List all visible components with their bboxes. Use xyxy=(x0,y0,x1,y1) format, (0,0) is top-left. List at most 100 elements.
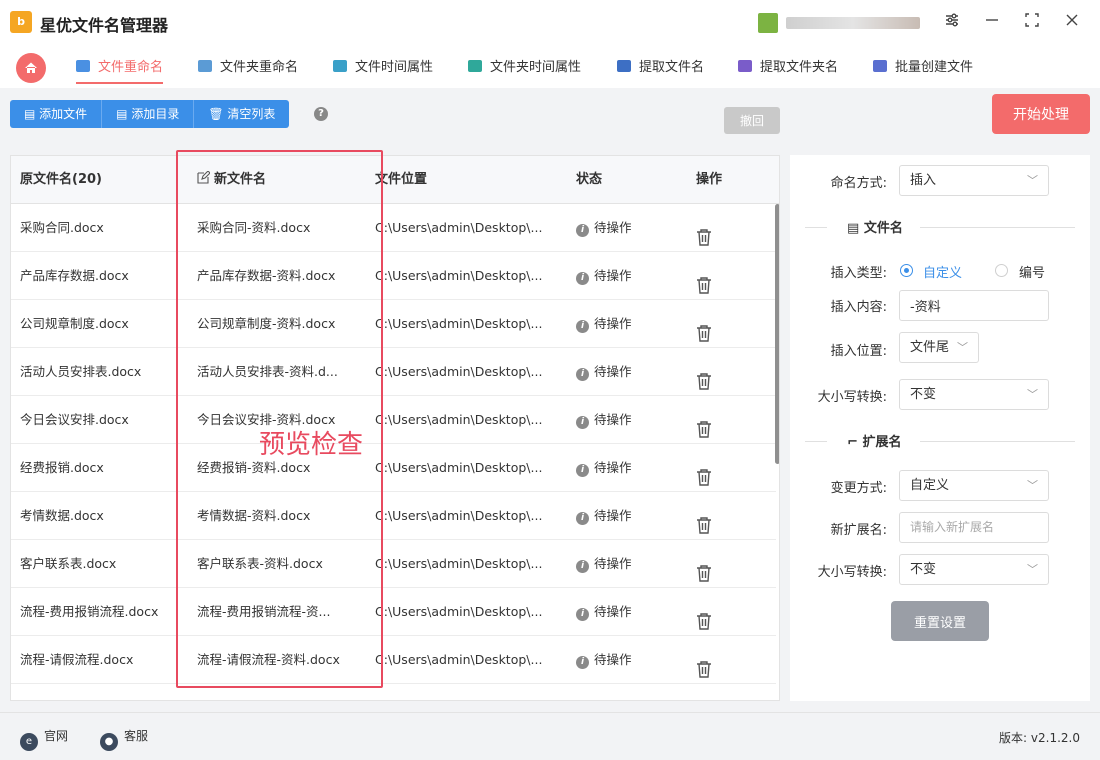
table-row[interactable]: 考情数据.docx 考情数据-资料.docx C:\Users\admin\Desk… xyxy=(11,492,776,540)
tab-extract-filename[interactable]: 提取文件名 xyxy=(617,56,704,84)
avatar[interactable] xyxy=(758,13,778,33)
title-bar: b 星优文件名管理器 xyxy=(0,0,1100,46)
minimize-icon[interactable] xyxy=(981,12,1003,34)
file-path: C:\Users\admin\Desktop\... xyxy=(375,652,543,667)
tab-extract-foldername[interactable]: 提取文件夹名 xyxy=(738,56,838,84)
radio-number[interactable] xyxy=(995,264,1008,277)
home-button[interactable] xyxy=(16,53,46,83)
file-path: C:\Users\admin\Desktop\... xyxy=(375,268,543,283)
chevron-down-icon: ﹀ xyxy=(1027,479,1038,492)
new-filename: 产品库存数据-资料.docx xyxy=(197,268,336,283)
new-filename: 流程-费用报销流程-资... xyxy=(197,604,331,619)
delete-row-button[interactable] xyxy=(696,348,726,396)
table-row[interactable]: 今日会议安排.docx 今日会议安排-资料.docx C:\Users\admin\… xyxy=(11,396,776,444)
undo-button[interactable]: 撤回 xyxy=(724,107,780,134)
clear-list-button[interactable]: 🗑 清空列表 xyxy=(194,100,290,128)
table-row[interactable]: 采购合同.docx 采购合同-资料.docx C:\Users\admin\Desk… xyxy=(11,204,776,252)
file-path: C:\Users\admin\Desktop\... xyxy=(375,364,543,379)
table-row[interactable]: 流程-请假流程.docx 流程-请假流程-资料.docx C:\Users\admi… xyxy=(11,636,776,684)
trash-icon xyxy=(696,314,712,348)
reset-settings-button[interactable]: 重置设置 xyxy=(891,601,989,641)
folder-time-icon xyxy=(468,60,482,72)
trash-icon xyxy=(696,362,712,396)
trash-icon xyxy=(696,602,712,636)
delete-row-button[interactable] xyxy=(696,204,726,252)
batch-create-icon xyxy=(873,60,887,72)
add-directory-button[interactable]: ▤ 添加目录 xyxy=(102,100,195,128)
delete-row-button[interactable] xyxy=(696,588,726,636)
status-cell: i 待操作 xyxy=(576,492,686,540)
chevron-down-icon: ﹀ xyxy=(1027,388,1038,401)
case-convert-select[interactable]: 不变 ﹀ xyxy=(899,379,1049,410)
delete-row-button[interactable] xyxy=(696,540,726,588)
website-link[interactable]: e 官网 xyxy=(20,727,68,751)
original-filename: 流程-请假流程.docx xyxy=(20,652,134,667)
tab-folder-time[interactable]: 文件夹时间属性 xyxy=(468,56,581,84)
home-icon xyxy=(25,62,37,73)
add-file-button[interactable]: ▤ 添加文件 xyxy=(10,100,103,128)
footer: e 官网 ● 客服 版本: v2.1.2.0 xyxy=(0,712,1100,760)
tab-file-time[interactable]: 文件时间属性 xyxy=(333,56,433,84)
status-cell: i 待操作 xyxy=(576,588,686,636)
delete-row-button[interactable] xyxy=(696,636,726,684)
document-icon: ▤ xyxy=(847,221,860,236)
file-path: C:\Users\admin\Desktop\... xyxy=(375,460,543,475)
settings-icon[interactable] xyxy=(941,12,963,34)
delete-row-button[interactable] xyxy=(696,492,726,540)
new-filename: 采购合同-资料.docx xyxy=(197,220,311,235)
delete-row-button[interactable] xyxy=(696,396,726,444)
insert-type-label: 插入类型: xyxy=(830,266,887,281)
extract-file-icon xyxy=(617,60,631,72)
header-status: 状态 xyxy=(576,172,603,187)
file-time-icon xyxy=(333,60,347,72)
tab-batch-create[interactable]: 批量创建文件 xyxy=(873,56,973,84)
start-processing-button[interactable]: 开始处理 xyxy=(992,94,1090,134)
delete-row-button[interactable] xyxy=(696,300,726,348)
extension-icon: ⌐ xyxy=(847,435,858,450)
original-filename: 经费报销.docx xyxy=(20,460,104,475)
new-extension-input[interactable] xyxy=(899,512,1049,543)
table-row[interactable]: 客户联系表.docx 客户联系表-资料.docx C:\Users\admin\De… xyxy=(11,540,776,588)
table-row[interactable]: 产品库存数据.docx 产品库存数据-资料.docx C:\Users\admin\… xyxy=(11,252,776,300)
radio-custom[interactable] xyxy=(900,264,913,277)
new-filename: 活动人员安排表-资料.d... xyxy=(197,364,338,379)
file-table: 原文件名(20) 新文件名 文件位置 状态 操作 采购合同.docx 采购合同-资… xyxy=(10,155,780,701)
tab-file-rename[interactable]: 文件重命名 xyxy=(76,56,164,84)
new-filename: 流程-请假流程-资料.docx xyxy=(197,652,340,667)
help-icon[interactable]: ? xyxy=(314,107,328,121)
info-icon: i xyxy=(576,512,589,525)
table-scrollbar[interactable] xyxy=(775,204,779,464)
ext-case-convert-select[interactable]: 不变 ﹀ xyxy=(899,554,1049,585)
radio-number-label: 编号 xyxy=(1019,266,1046,281)
case-convert-label: 大小写转换: xyxy=(817,390,887,405)
ext-case-convert-label: 大小写转换: xyxy=(817,565,887,580)
extension-section: ⌐ 扩展名 xyxy=(805,431,1075,451)
change-mode-select[interactable]: 自定义 ﹀ xyxy=(899,470,1049,501)
trash-icon xyxy=(696,458,712,492)
new-extension-label: 新扩展名: xyxy=(830,523,887,538)
insert-content-input[interactable] xyxy=(899,290,1049,321)
delete-row-button[interactable] xyxy=(696,252,726,300)
maximize-icon[interactable] xyxy=(1021,12,1043,34)
table-row[interactable]: 公司规章制度.docx 公司规章制度-资料.docx C:\Users\admin\… xyxy=(11,300,776,348)
support-link[interactable]: ● 客服 xyxy=(100,727,148,751)
table-row[interactable]: 活动人员安排表.docx 活动人员安排表-资料.d... C:\Users\admi… xyxy=(11,348,776,396)
original-filename: 考情数据.docx xyxy=(20,508,104,523)
table-row[interactable]: 经费报销.docx 经费报销-资料.docx C:\Users\admin\Desk… xyxy=(11,444,776,492)
info-icon: i xyxy=(576,560,589,573)
naming-mode-select[interactable]: 插入 ﹀ xyxy=(899,165,1049,196)
close-icon[interactable] xyxy=(1061,12,1083,34)
table-row[interactable] xyxy=(11,684,776,700)
chevron-down-icon: ﹀ xyxy=(957,341,968,354)
tab-folder-rename[interactable]: 文件夹重命名 xyxy=(198,56,298,84)
original-filename: 今日会议安排.docx xyxy=(20,412,129,427)
trash-icon xyxy=(696,554,712,588)
status-cell: i 待操作 xyxy=(576,540,686,588)
change-mode-label: 变更方式: xyxy=(830,481,887,496)
table-row[interactable]: 流程-费用报销流程.docx 流程-费用报销流程-资... C:\Users\adm… xyxy=(11,588,776,636)
delete-row-button[interactable] xyxy=(696,444,726,492)
file-path: C:\Users\admin\Desktop\... xyxy=(375,508,543,523)
original-filename: 产品库存数据.docx xyxy=(20,268,129,283)
chat-icon: ● xyxy=(100,733,118,751)
insert-position-select[interactable]: 文件尾 ﹀ xyxy=(899,332,979,363)
